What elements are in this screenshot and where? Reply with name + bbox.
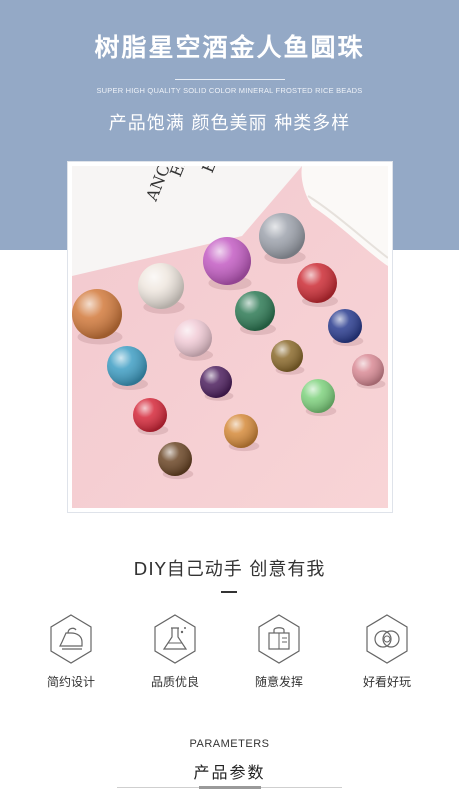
rings-icon [366, 614, 408, 664]
bead-highlight [200, 366, 232, 398]
diy-title: DIY自己动手 创意有我 [133, 559, 326, 580]
bead-highlight [352, 354, 384, 386]
flask-icon [154, 614, 196, 664]
parameters-divider-accent [199, 786, 261, 789]
feature-label: 随意发挥 [254, 675, 303, 689]
iron-icon [50, 614, 92, 664]
parameters-title-chinese: 产品参数 [193, 763, 266, 782]
page-title: 树脂星空酒金人鱼圆珠 [94, 33, 365, 62]
bead-highlight [235, 291, 275, 331]
bead-highlight [107, 346, 147, 386]
bead-highlight [224, 414, 258, 448]
bead-highlight [133, 398, 167, 432]
bead-highlight [301, 379, 335, 413]
feature-item-quality: 品质优良 [125, 613, 225, 690]
title-divider [175, 79, 285, 80]
subtitle-english: SUPER HIGH QUALITY SOLID COLOR MINERAL F… [96, 86, 363, 95]
bead-highlight [328, 309, 362, 343]
bead-highlight [271, 340, 303, 372]
bead-highlight [72, 289, 122, 339]
diy-divider [221, 591, 237, 593]
bag-icon [258, 614, 300, 664]
bead-highlight [138, 263, 184, 309]
bead-highlight [203, 237, 251, 285]
bead-highlight [158, 442, 192, 476]
feature-label: 品质优良 [150, 675, 199, 689]
subtitle-chinese: 产品饱满 颜色美丽 种类多样 [108, 113, 351, 134]
parameters-title-english: PARAMETERS [189, 738, 270, 750]
product-photo: ED E ANCE. [72, 166, 388, 508]
product-photo-frame: ED E ANCE. [68, 162, 392, 512]
feature-item-design: 简约设计 [21, 613, 121, 690]
beads-photo-svg: ED E ANCE. [72, 166, 388, 508]
feature-label: 好看好玩 [362, 675, 411, 689]
bead-highlight [174, 319, 212, 357]
feature-item-fun: 好看好玩 [337, 613, 437, 690]
feature-label: 简约设计 [46, 675, 95, 689]
feature-list: 简约设计 品质优良 随意发挥 好看好玩 [0, 613, 459, 693]
feature-item-freedom: 随意发挥 [229, 613, 329, 690]
bead-highlight [297, 263, 337, 303]
bead-highlight [259, 213, 305, 259]
